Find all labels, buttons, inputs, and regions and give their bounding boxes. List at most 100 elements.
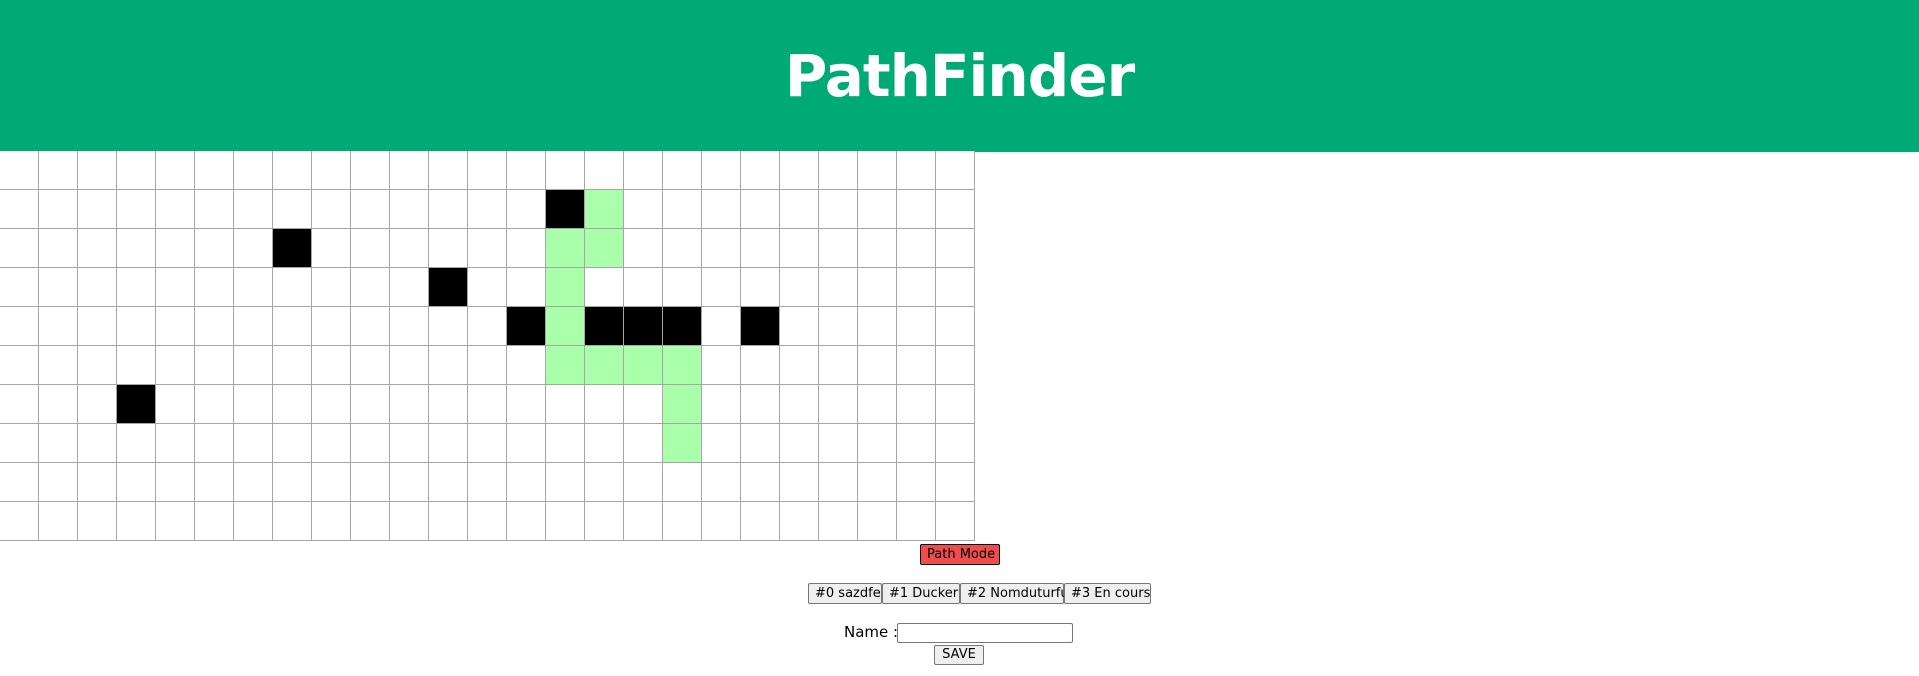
grid-cell[interactable]	[780, 463, 819, 502]
grid-cell[interactable]	[741, 502, 780, 541]
grid-cell[interactable]	[936, 151, 975, 190]
grid-cell[interactable]	[741, 268, 780, 307]
grid-cell[interactable]	[390, 229, 429, 268]
grid-cell[interactable]	[195, 229, 234, 268]
grid-cell[interactable]	[936, 268, 975, 307]
grid-cell[interactable]	[390, 502, 429, 541]
grid-cell[interactable]	[273, 346, 312, 385]
grid-cell[interactable]	[429, 229, 468, 268]
grid-cell[interactable]	[39, 190, 78, 229]
path-cell[interactable]	[663, 424, 702, 463]
grid-cell[interactable]	[585, 151, 624, 190]
grid-cell[interactable]	[78, 502, 117, 541]
grid-cell[interactable]	[0, 346, 39, 385]
grid-cell[interactable]	[819, 229, 858, 268]
grid-cell[interactable]	[429, 151, 468, 190]
path-cell[interactable]	[585, 229, 624, 268]
grid-cell[interactable]	[234, 502, 273, 541]
grid-cell[interactable]	[0, 151, 39, 190]
grid-cell[interactable]	[0, 229, 39, 268]
grid-cell[interactable]	[702, 190, 741, 229]
grid-cell[interactable]	[39, 463, 78, 502]
grid-cell[interactable]	[0, 463, 39, 502]
grid-cell[interactable]	[858, 424, 897, 463]
grid-cell[interactable]	[507, 463, 546, 502]
grid-cell[interactable]	[741, 151, 780, 190]
grid-cell[interactable]	[507, 190, 546, 229]
grid-cell[interactable]	[39, 268, 78, 307]
grid-cell[interactable]	[936, 346, 975, 385]
grid-cell[interactable]	[702, 424, 741, 463]
grid-cell[interactable]	[663, 502, 702, 541]
grid-cell[interactable]	[273, 463, 312, 502]
grid-cell[interactable]	[624, 151, 663, 190]
grid-cell[interactable]	[897, 229, 936, 268]
grid-cell[interactable]	[156, 151, 195, 190]
grid-cell[interactable]	[156, 502, 195, 541]
grid-cell[interactable]	[429, 346, 468, 385]
grid-cell[interactable]	[897, 346, 936, 385]
grid-cell[interactable]	[741, 463, 780, 502]
grid-cell[interactable]	[858, 229, 897, 268]
grid-cell[interactable]	[624, 424, 663, 463]
grid-cell[interactable]	[78, 229, 117, 268]
grid-cell[interactable]	[390, 151, 429, 190]
grid-cell[interactable]	[273, 424, 312, 463]
path-cell[interactable]	[663, 346, 702, 385]
path-mode-button[interactable]: Path Mode	[920, 544, 1000, 565]
grid-cell[interactable]	[390, 463, 429, 502]
grid-cell[interactable]	[546, 463, 585, 502]
grid-cell[interactable]	[0, 385, 39, 424]
grid-cell[interactable]	[156, 346, 195, 385]
grid-cell[interactable]	[429, 463, 468, 502]
grid-cell[interactable]	[897, 268, 936, 307]
grid-cell[interactable]	[312, 502, 351, 541]
grid-cell[interactable]	[741, 229, 780, 268]
grid-cell[interactable]	[897, 385, 936, 424]
grid-cell[interactable]	[429, 307, 468, 346]
grid-cell[interactable]	[468, 151, 507, 190]
grid-cell[interactable]	[585, 502, 624, 541]
grid-cell[interactable]	[546, 502, 585, 541]
grid-cell[interactable]	[39, 502, 78, 541]
grid-cell[interactable]	[234, 463, 273, 502]
grid-cell[interactable]	[312, 307, 351, 346]
grid-cell[interactable]	[702, 229, 741, 268]
grid-cell[interactable]	[312, 268, 351, 307]
grid-cell[interactable]	[39, 229, 78, 268]
grid-cell[interactable]	[117, 268, 156, 307]
grid-cell[interactable]	[546, 151, 585, 190]
save-slot-1-button[interactable]: #1 Ducker	[882, 583, 960, 604]
wall-cell[interactable]	[507, 307, 546, 346]
grid-cell[interactable]	[78, 190, 117, 229]
grid-cell[interactable]	[0, 502, 39, 541]
grid-cell[interactable]	[663, 190, 702, 229]
grid-cell[interactable]	[351, 463, 390, 502]
grid-cell[interactable]	[624, 463, 663, 502]
grid-cell[interactable]	[468, 385, 507, 424]
grid-cell[interactable]	[702, 307, 741, 346]
grid-cell[interactable]	[39, 346, 78, 385]
grid-cell[interactable]	[273, 502, 312, 541]
grid-cell[interactable]	[897, 502, 936, 541]
grid-cell[interactable]	[156, 463, 195, 502]
grid-cell[interactable]	[858, 463, 897, 502]
grid-cell[interactable]	[819, 424, 858, 463]
grid-cell[interactable]	[390, 307, 429, 346]
grid-cell[interactable]	[702, 268, 741, 307]
grid-cell[interactable]	[195, 463, 234, 502]
grid-cell[interactable]	[780, 268, 819, 307]
grid-cell[interactable]	[312, 190, 351, 229]
grid-cell[interactable]	[78, 385, 117, 424]
grid-cell[interactable]	[819, 268, 858, 307]
grid-cell[interactable]	[780, 190, 819, 229]
grid-cell[interactable]	[663, 229, 702, 268]
grid-cell[interactable]	[312, 424, 351, 463]
grid-cell[interactable]	[0, 424, 39, 463]
wall-cell[interactable]	[429, 268, 468, 307]
grid-cell[interactable]	[819, 385, 858, 424]
grid-cell[interactable]	[819, 151, 858, 190]
grid-cell[interactable]	[819, 502, 858, 541]
grid-cell[interactable]	[312, 463, 351, 502]
grid-cell[interactable]	[117, 307, 156, 346]
